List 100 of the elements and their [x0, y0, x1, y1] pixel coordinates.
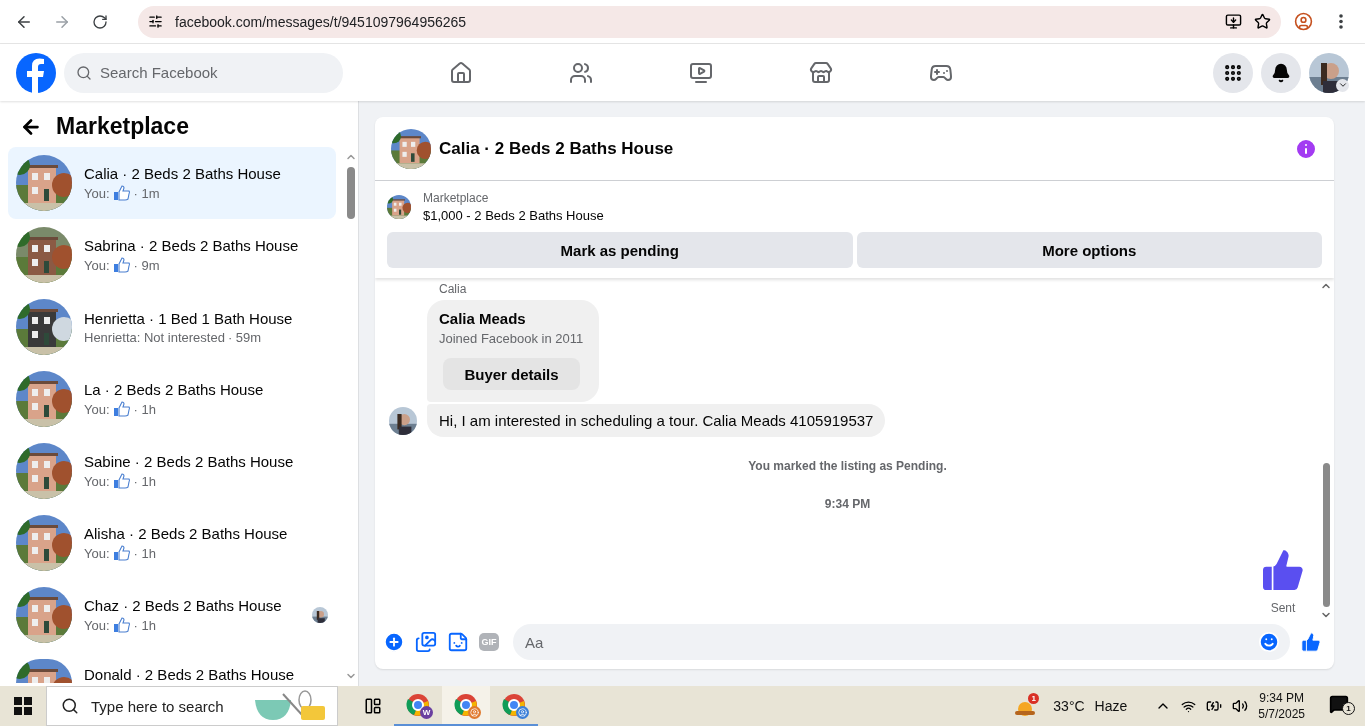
- time-text: · 59m: [227, 329, 262, 345]
- conversation-item[interactable]: Calia · 2 Beds 2 Baths House You: · 1m: [8, 147, 336, 219]
- preview-text: You:: [84, 185, 110, 201]
- photo-button[interactable]: [415, 631, 437, 653]
- time-text: · 9m: [133, 257, 160, 273]
- thumbs-up-icon: [112, 545, 131, 561]
- profile-badge: W: [420, 706, 433, 719]
- grid-icon: [1223, 62, 1243, 83]
- sidebar-title: Marketplace: [56, 113, 189, 140]
- taskbar-search-field[interactable]: Type here to search: [46, 686, 338, 726]
- message-timestamp: 9:34 PM: [824, 497, 871, 511]
- listing-action-button[interactable]: Mark as pending: [387, 232, 853, 268]
- conversation-title: Henrietta · 1 Bed 1 Bath House: [84, 309, 294, 327]
- time-text: · 1h: [133, 401, 156, 417]
- conversation-title: La · 2 Beds 2 Baths House: [84, 381, 265, 398]
- bookmark-star-icon: [1254, 13, 1271, 30]
- profile-badge-icon: [468, 706, 481, 719]
- sender-name: Calia: [439, 282, 468, 296]
- notification-count: 1: [1342, 702, 1355, 715]
- battery-icon: [1206, 698, 1223, 714]
- preview-text: You:: [84, 257, 110, 273]
- conversation-title: Chaz · 2 Beds 2 Baths House: [84, 597, 283, 614]
- windows-logo-icon: [14, 697, 32, 715]
- bell-icon: [1271, 62, 1291, 83]
- volume-icon: [1232, 698, 1249, 714]
- conversation-item[interactable]: Sabine · 2 Beds 2 Baths House You: · 1h: [8, 435, 336, 507]
- listing-title: $1,000 - 2 Beds 2 Baths House: [423, 208, 604, 223]
- conversation-title: Sabrina · 2 Beds 2 Baths House: [84, 237, 300, 254]
- time-text: · 1h: [133, 617, 156, 633]
- search-icon: [61, 697, 79, 715]
- temperature-text: 33°C: [1053, 698, 1085, 714]
- conversation-title: Calia · 2 Beds 2 Baths House: [84, 165, 282, 182]
- search-field[interactable]: Search Facebook: [64, 52, 343, 93]
- like-button[interactable]: [1300, 631, 1322, 653]
- listing-label: Marketplace: [423, 191, 490, 205]
- preview-text: Henrietta: Not interested: [84, 329, 225, 345]
- preview-text: You:: [84, 545, 110, 561]
- thumbs-up-icon: [112, 401, 131, 417]
- video-icon: [689, 60, 713, 85]
- facebook-logo[interactable]: [16, 52, 56, 93]
- task-view-icon: [364, 697, 382, 715]
- scrollbar-thumb[interactable]: [1322, 463, 1330, 607]
- conversation-item[interactable]: Alisha · 2 Beds 2 Baths House You: · 1h: [8, 507, 336, 579]
- profile-icon: [1293, 12, 1313, 31]
- conversation-item[interactable]: Henrietta · 1 Bed 1 Bath House Henrietta: Not interested · 59m: [8, 291, 336, 363]
- clock-date: 5/7/2025: [1258, 707, 1305, 721]
- conversation-item[interactable]: La · 2 Beds 2 Baths House You: · 1h: [8, 363, 336, 435]
- wifi-icon: [1181, 698, 1197, 714]
- site-info-icon: [148, 14, 163, 29]
- clock[interactable]: 9:34 PM 5/7/2025: [1258, 691, 1305, 721]
- chat-title: Calia · 2 Beds 2 Baths House: [439, 138, 675, 159]
- reload-icon: [92, 13, 108, 30]
- more-icon: [1339, 14, 1343, 29]
- listing-action-button[interactable]: More options: [856, 232, 1322, 268]
- thumbs-up-icon: [112, 617, 131, 633]
- weather-icon: [1013, 699, 1038, 719]
- buyer-details-button[interactable]: Buyer details: [443, 358, 580, 390]
- time-text: · 1m: [133, 185, 160, 201]
- browser-taskbar-button[interactable]: [442, 686, 490, 726]
- browser-icon: [454, 693, 478, 717]
- emoji-button[interactable]: [1258, 631, 1280, 653]
- thumbs-up-icon: [112, 473, 131, 489]
- weather-widget[interactable]: 1: [1013, 693, 1044, 719]
- url-text: facebook.com/messages/t/9451097964956265: [175, 13, 468, 30]
- notifications-button[interactable]: [1261, 52, 1301, 93]
- conversation-item[interactable]: Sabrina · 2 Beds 2 Baths House You: · 9m: [8, 219, 336, 291]
- search-icon: [76, 64, 92, 81]
- home-icon: [449, 60, 473, 85]
- weather-condition-text: Haze: [1094, 698, 1128, 714]
- store-icon: [809, 60, 833, 85]
- sent-status: Sent: [1270, 601, 1296, 615]
- add-button[interactable]: [383, 631, 405, 653]
- clock-time: 9:34 PM: [1259, 691, 1304, 705]
- install-icon: [1225, 13, 1242, 30]
- message-bubble: Hi, I am interested in scheduling a tour. Calia Meads 4105919537: [427, 404, 886, 437]
- time-text: · 1h: [133, 473, 156, 489]
- menu-grid-button[interactable]: [1213, 52, 1253, 93]
- conversation-item[interactable]: Chaz · 2 Beds 2 Baths House You: · 1h: [8, 579, 336, 651]
- browser-icon: [406, 693, 430, 717]
- thumbs-up-icon: [112, 185, 131, 201]
- joined-text: Joined Facebook in 2011: [439, 331, 584, 346]
- notification-center-button[interactable]: 1: [1329, 694, 1355, 718]
- sticker-button[interactable]: [447, 631, 469, 653]
- weather-badge: 1: [1028, 693, 1040, 704]
- scrollbar-thumb[interactable]: [347, 167, 355, 219]
- buyer-name: Calia Meads: [439, 310, 527, 327]
- conversation-title: Donald · 2 Beds 2 Baths House: [84, 666, 295, 683]
- status-notice: You marked the listing as Pending.: [748, 459, 947, 473]
- chevron-down-icon: [1337, 80, 1348, 90]
- message-field[interactable]: Aa: [513, 624, 1290, 660]
- conversation-title: Alisha · 2 Beds 2 Baths House: [84, 525, 289, 542]
- account-button[interactable]: [1309, 52, 1349, 93]
- address-bar[interactable]: facebook.com/messages/t/9451097964956265: [138, 5, 1281, 38]
- browser-icon: [502, 693, 526, 717]
- preview-text: You:: [84, 401, 110, 417]
- time-text: · 1h: [133, 545, 156, 561]
- preview-text: You:: [84, 617, 110, 633]
- preview-text: You:: [84, 473, 110, 489]
- conversation-title: Sabine · 2 Beds 2 Baths House: [84, 453, 295, 470]
- profile-badge-icon: [516, 706, 529, 719]
